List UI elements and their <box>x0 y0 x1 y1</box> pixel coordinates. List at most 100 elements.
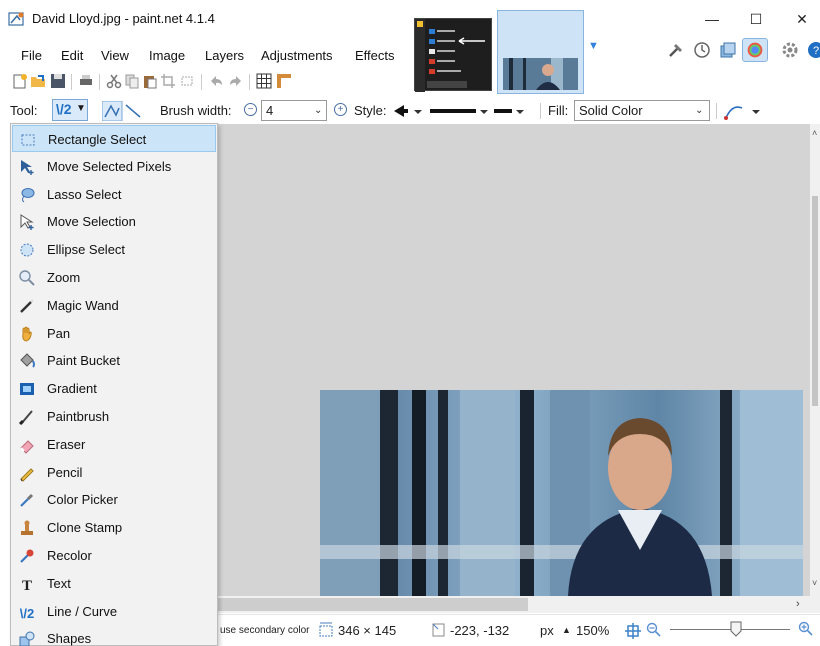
save-icon[interactable] <box>50 73 66 89</box>
image-thumbnail-screenshot[interactable] <box>414 18 492 92</box>
gradient-icon <box>20 383 34 396</box>
chevron-down-icon: ⌄ <box>314 105 323 116</box>
menu-adjustments[interactable]: Adjustments <box>261 48 333 63</box>
menu-layers[interactable]: Layers <box>205 48 244 63</box>
close-button[interactable]: ✕ <box>782 6 820 32</box>
svg-text:T: T <box>22 578 32 593</box>
tool-item-label: Paint Bucket <box>47 353 120 369</box>
menu-view[interactable]: View <box>101 48 129 63</box>
tool-item-gradient[interactable]: Gradient <box>12 375 216 402</box>
lasso-icon <box>21 187 35 203</box>
tool-item-pencil[interactable]: Pencil <box>12 459 216 486</box>
undo-icon[interactable] <box>208 73 224 89</box>
curve-type-selector-icon[interactable] <box>724 102 764 120</box>
scroll-up-icon[interactable]: ˄ <box>812 128 817 138</box>
tool-item-paintbrush[interactable]: Paintbrush <box>12 403 216 430</box>
tool-item-label: Text <box>47 575 71 591</box>
antialiasing-toggle-icon[interactable] <box>102 101 144 121</box>
history-window-icon[interactable] <box>692 40 712 60</box>
zoom-level[interactable]: 150% <box>576 623 609 638</box>
tool-item-label: Ellipse Select <box>47 242 126 258</box>
tool-item-recolor[interactable]: Recolor <box>12 542 216 569</box>
zoom-icon <box>19 270 35 286</box>
paintnet-app-icon <box>8 12 24 26</box>
toolbar-separator <box>716 103 717 119</box>
tool-item-label: Clone Stamp <box>47 520 123 536</box>
menu-image[interactable]: Image <box>149 48 185 63</box>
toolbar-separator <box>540 103 541 119</box>
tool-item-color-picker[interactable]: Color Picker <box>12 486 216 513</box>
tool-item-move-selection[interactable]: Move Selection <box>12 208 216 235</box>
brush-width-decrease-icon[interactable]: − <box>244 103 257 116</box>
menu-edit[interactable]: Edit <box>61 48 83 63</box>
menu-file[interactable]: File <box>21 48 42 63</box>
ruler-icon[interactable] <box>276 73 292 89</box>
image-thumbnail-photo <box>503 58 578 90</box>
tool-item-rectangle-select[interactable]: Rectangle Select <box>12 125 216 152</box>
selection-size: 346 × 145 <box>338 623 397 638</box>
tool-selector-dropdown[interactable]: \/2 ▼ <box>52 99 88 121</box>
scroll-right-icon[interactable]: › <box>796 598 800 610</box>
zoom-to-window-icon[interactable] <box>624 622 642 640</box>
tool-item-ellipse-select[interactable]: Ellipse Select <box>12 236 216 263</box>
layers-window-icon[interactable] <box>718 40 738 60</box>
fill-mode-select[interactable]: Solid Color ⌄ <box>574 100 710 121</box>
tool-item-paint-bucket[interactable]: Paint Bucket <box>12 347 216 374</box>
menu-effects[interactable]: Effects <box>355 48 395 63</box>
cut-icon[interactable] <box>106 73 122 89</box>
print-icon[interactable] <box>78 73 94 89</box>
brush-width-label: Brush width: <box>160 103 232 118</box>
crop-to-selection-icon[interactable] <box>160 73 176 89</box>
style-label: Style: <box>354 103 387 118</box>
tool-item-zoom[interactable]: Zoom <box>12 264 216 291</box>
cursor-position: -223, -132 <box>450 623 510 638</box>
tool-item-move-pixels[interactable]: Move Selected Pixels <box>12 153 216 180</box>
chevron-up-icon[interactable]: ▲ <box>562 625 571 635</box>
zoom-slider-handle[interactable] <box>730 621 742 637</box>
chevron-down-icon: ▼ <box>76 103 86 114</box>
zoom-out-icon[interactable] <box>646 622 662 638</box>
tools-window-icon[interactable] <box>666 40 686 60</box>
color-picker-icon <box>20 494 34 508</box>
tool-item-label: Paintbrush <box>47 409 110 424</box>
tool-item-lasso[interactable]: Lasso Select <box>12 181 216 208</box>
settings-gear-icon[interactable] <box>780 40 800 60</box>
tool-item-pan-hand[interactable]: Pan <box>12 320 216 347</box>
brush-width-increase-icon[interactable]: + <box>334 103 347 116</box>
deselect-icon[interactable] <box>180 73 196 89</box>
colors-window-icon[interactable] <box>742 38 768 62</box>
image-strip-dropdown-icon[interactable]: ▼ <box>588 40 600 52</box>
image-canvas-photo[interactable] <box>320 390 803 596</box>
tool-item-clone-stamp[interactable]: Clone Stamp <box>12 514 216 541</box>
units-selector[interactable]: px <box>540 623 554 638</box>
scroll-down-icon[interactable]: ˅ <box>812 578 817 588</box>
redo-icon[interactable] <box>228 73 244 89</box>
tool-item-shapes[interactable]: Shapes <box>12 625 216 646</box>
copy-icon[interactable] <box>124 73 140 89</box>
line-style-selectors[interactable] <box>394 104 534 118</box>
horizontal-scrollbar-thumb[interactable] <box>218 598 528 611</box>
paint-bucket-icon <box>20 353 35 369</box>
open-folder-icon[interactable] <box>30 73 46 89</box>
vertical-scrollbar-thumb[interactable] <box>812 196 818 406</box>
paintbrush-icon <box>18 410 33 426</box>
tool-item-eraser[interactable]: Eraser <box>12 431 216 458</box>
zoom-in-icon[interactable] <box>798 621 814 637</box>
new-image-icon[interactable] <box>12 73 28 89</box>
tool-item-magic-wand[interactable]: Magic Wand <box>12 292 216 319</box>
tool-item-text[interactable]: T Text <box>12 570 216 597</box>
window-title: David Lloyd.jpg - paint.net 4.1.4 <box>32 11 215 26</box>
tool-item-line-curve[interactable]: \/2 Line / Curve <box>12 598 216 625</box>
toolbar-separator <box>201 74 202 90</box>
move-selection-icon <box>20 214 34 231</box>
maximize-button[interactable]: ☐ <box>736 6 776 32</box>
brush-width-input[interactable]: 4 ⌄ <box>261 100 327 121</box>
toolbar-separator <box>99 74 100 90</box>
help-icon[interactable]: ? <box>806 40 820 60</box>
grid-icon[interactable] <box>256 73 272 89</box>
tool-item-label: Shapes <box>47 631 92 646</box>
pan-hand-icon <box>22 326 32 342</box>
svg-text:?: ? <box>813 45 819 57</box>
minimize-button[interactable]: — <box>692 6 732 32</box>
paste-icon[interactable] <box>142 73 158 89</box>
